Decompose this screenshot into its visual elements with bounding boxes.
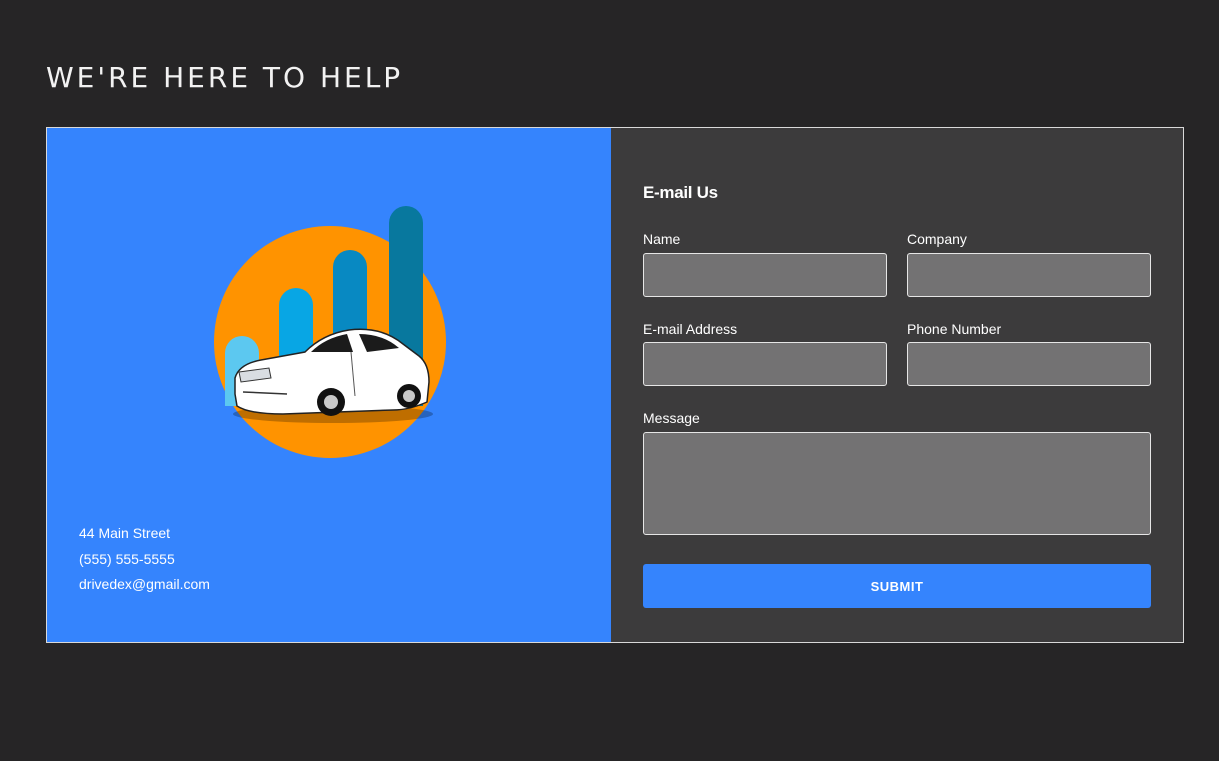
phone-text: (555) 555-5555 <box>79 550 175 567</box>
name-input[interactable] <box>643 253 887 297</box>
phone-label: Phone Number <box>907 321 1002 337</box>
submit-button[interactable]: SUBMIT <box>643 564 1151 608</box>
email-input[interactable] <box>643 342 887 386</box>
contact-details: 44 Main Street (555) 555-5555 drivedex@g… <box>79 521 210 598</box>
form-heading: E-mail Us <box>643 183 718 202</box>
phone-input[interactable] <box>907 342 1151 386</box>
email-label: E-mail Address <box>643 321 738 337</box>
company-input[interactable] <box>907 253 1151 297</box>
message-label: Message <box>643 410 700 426</box>
address-text: 44 Main Street <box>79 525 171 541</box>
contact-card: 44 Main Street (555) 555-5555 drivedex@g… <box>46 127 1184 643</box>
message-textarea[interactable] <box>643 432 1151 535</box>
page-title: WE'RE HERE TO HELP <box>46 61 404 94</box>
contact-info-panel: 44 Main Street (555) 555-5555 drivedex@g… <box>47 128 611 642</box>
email-link[interactable]: drivedex@gmail.com <box>79 572 210 598</box>
company-label: Company <box>907 231 967 247</box>
name-label: Name <box>643 231 681 247</box>
car-growth-chart-logo <box>214 206 446 458</box>
email-form-panel: E-mail Us Name Company E-mail Address Ph… <box>611 128 1183 642</box>
